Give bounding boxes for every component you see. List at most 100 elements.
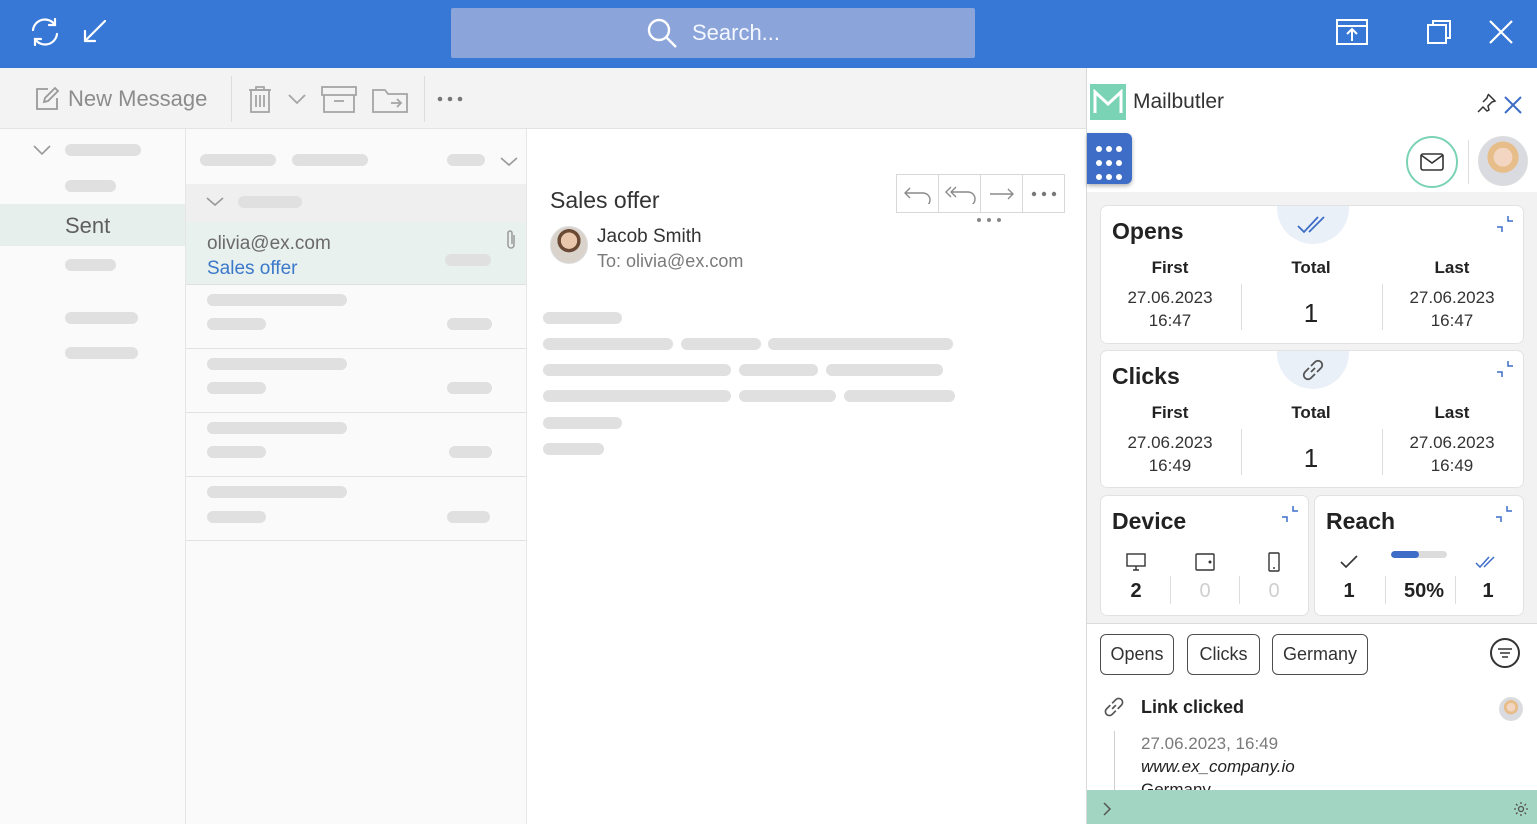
divider [1468,140,1469,184]
list-item[interactable] [186,477,526,541]
folder-placeholder[interactable] [65,347,138,359]
archive-icon [321,86,357,113]
filter-chip-clicks[interactable]: Clicks [1187,634,1260,675]
list-item[interactable] [186,413,526,477]
list-item[interactable] [186,349,526,413]
opens-badge [1277,206,1349,244]
chevron-right-icon[interactable] [1102,802,1112,816]
pin-icon[interactable] [1475,92,1497,114]
list-item[interactable] [186,285,526,349]
link-icon [1104,697,1124,717]
body-placeholder [543,338,673,350]
new-message-button[interactable]: New Message [34,84,207,114]
share-window-icon[interactable] [1334,14,1370,50]
reach-card: Reach 1 50% 1 [1315,496,1523,615]
apps-menu-button[interactable] [1087,133,1132,184]
move-button[interactable] [371,84,409,114]
last-open-column: Last 27.06.2023 16:47 [1397,258,1507,332]
total-opens-column: Total 1 [1261,258,1361,329]
forward-button[interactable] [981,175,1023,212]
collapse-icon[interactable] [1494,504,1514,524]
attachment-icon [507,230,515,249]
filter-chip-opens[interactable]: Opens [1100,634,1174,675]
search-placeholder: Search... [691,20,781,45]
folder-placeholder[interactable] [65,312,138,324]
restore-window-icon[interactable] [1421,14,1457,50]
reach-progress-bar [1391,551,1447,558]
filter-menu-button[interactable] [1490,638,1520,668]
divider [1241,284,1242,330]
check-icon [1338,551,1360,573]
divider [1382,429,1383,475]
close-window-icon[interactable] [1483,14,1519,50]
list-item[interactable]: olivia@ex.com Sales offer [186,222,526,285]
forward-icon [989,188,1014,199]
tablet-count: 0 [1199,580,1211,602]
close-icon[interactable] [1503,95,1523,115]
card-title: Device [1112,508,1187,534]
collapse-icon[interactable] [1280,504,1300,524]
reply-button[interactable] [897,175,939,212]
timeline-line [1114,731,1115,791]
mobile-count: 0 [1268,580,1280,602]
delete-button[interactable] [247,84,273,114]
body-placeholder [844,390,955,402]
folder-pane: Sent [0,129,186,824]
undo-icon[interactable] [76,14,112,50]
line-placeholder [447,318,492,330]
chevron-down-icon[interactable] [32,144,52,156]
body-placeholder [543,417,622,429]
toolbar-divider [231,76,232,122]
folder-placeholder[interactable] [65,144,141,156]
archive-button[interactable] [320,84,358,114]
body-placeholder [543,364,731,376]
folder-item-sent[interactable]: Sent [0,204,185,246]
envelope-icon [1420,153,1444,171]
total-clicks-column: Total 1 [1261,403,1361,474]
panel-title: Mailbutler [1133,90,1225,113]
email-tracking-button[interactable] [1406,136,1458,188]
more-icon [437,96,463,102]
line-placeholder [207,511,266,523]
delete-options-dropdown[interactable] [287,84,307,114]
device-card: Device 2 0 0 [1101,496,1308,615]
folder-placeholder[interactable] [65,259,116,271]
collapse-icon[interactable] [1495,359,1515,379]
chevron-down-icon[interactable] [500,157,518,167]
message-subject-heading: Sales offer [550,187,660,213]
sync-icon[interactable] [27,14,63,50]
event-url[interactable]: www.ex_company.io [1141,757,1295,777]
line-placeholder [447,511,490,523]
line-placeholder [207,294,347,306]
first-click-time: 16:49 [1148,456,1192,475]
reading-pane: Sales offer Jacob Smith To: olivia@ex.co… [527,129,1086,824]
more-icon[interactable] [976,217,1002,223]
reach-sent-count: 1 [1343,580,1355,602]
last-click-time: 16:49 [1430,456,1474,475]
reach-percent: 50% [1403,580,1445,602]
more-message-actions-button[interactable] [1023,175,1064,212]
filter-icon [1498,648,1512,658]
double-check-icon [1475,551,1497,573]
reply-all-button[interactable] [939,175,981,212]
list-header-placeholder[interactable] [447,154,485,166]
avatar[interactable] [1478,136,1528,186]
list-header-placeholder [200,154,276,166]
divider [1385,576,1386,604]
folder-placeholder[interactable] [65,180,116,192]
body-placeholder [543,312,622,324]
reply-actions [896,174,1065,213]
collapse-icon[interactable] [1495,214,1515,234]
last-click-date: 27.06.2023 [1409,433,1495,452]
gear-icon[interactable] [1513,801,1529,817]
event-datetime: 27.06.2023, 16:49 [1141,734,1279,753]
filter-chip-country[interactable]: Germany [1272,634,1368,675]
total-clicks-value: 1 [1303,443,1319,473]
column-label: First [1151,403,1189,422]
divider [1239,576,1240,604]
search-input[interactable]: Search... [451,8,975,58]
more-actions-button[interactable] [436,84,464,114]
message-group-header[interactable] [186,184,526,222]
sender-name[interactable]: Jacob Smith [597,226,702,248]
move-folder-icon [372,89,408,113]
